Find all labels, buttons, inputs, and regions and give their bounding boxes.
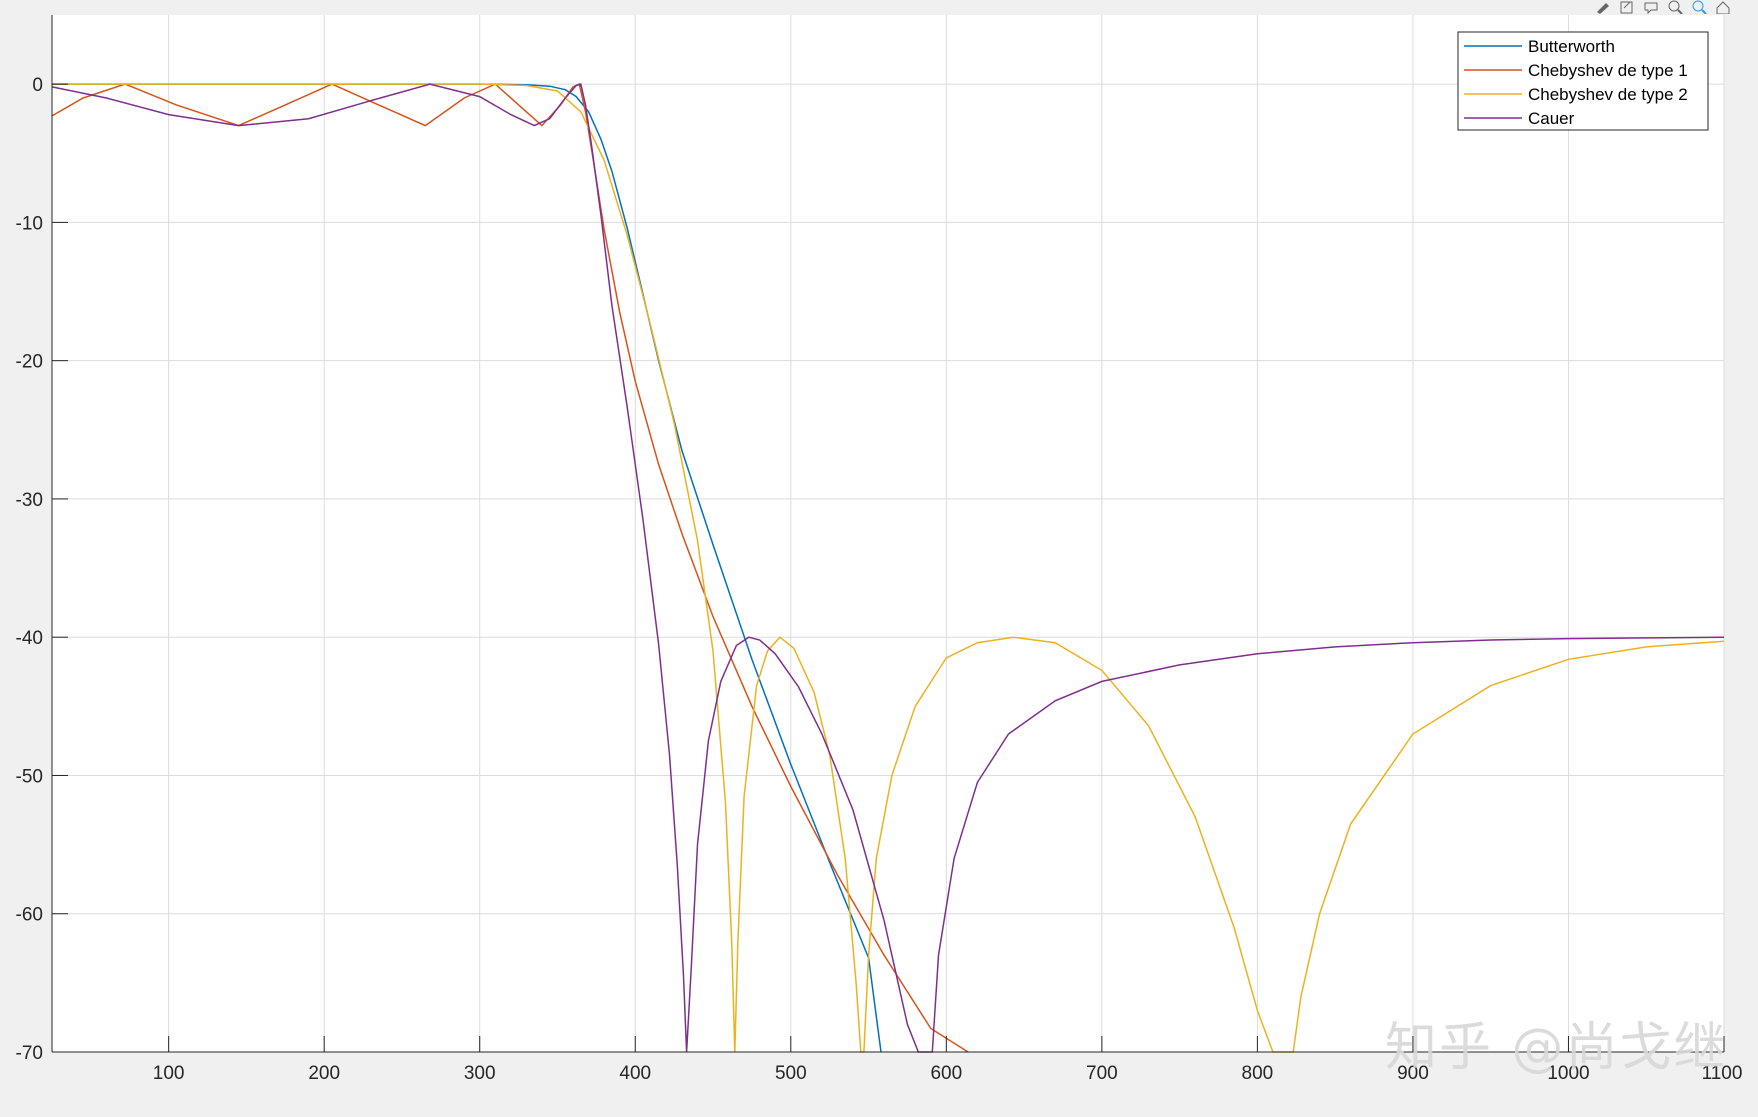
y-tick-label: -10 (16, 213, 43, 234)
x-tick-label: 800 (1242, 1063, 1274, 1084)
x-tick-label: 500 (775, 1063, 807, 1084)
datatips-icon[interactable] (1642, 0, 1660, 14)
x-tick-label: 700 (1086, 1063, 1118, 1084)
legend-label: Cauer (1528, 109, 1575, 128)
export-icon[interactable] (1618, 0, 1636, 14)
y-tick-label: -50 (16, 766, 43, 787)
axes-toolbar[interactable] (1594, 0, 1732, 14)
zoom-in-icon[interactable] (1666, 0, 1684, 14)
y-tick-label: -30 (16, 490, 43, 511)
y-tick-label: -40 (16, 628, 43, 649)
y-tick-label: -70 (16, 1043, 43, 1064)
x-tick-label: 200 (308, 1063, 340, 1084)
y-tick-label: -60 (16, 905, 43, 926)
x-tick-label: 100 (153, 1063, 185, 1084)
y-tick-labels: 0 -10 -20 -30 -40 -50 -60 -70 (16, 75, 43, 1064)
plot-area (52, 15, 1724, 1052)
legend-label: Butterworth (1528, 37, 1615, 56)
zoom-out-icon[interactable] (1690, 0, 1708, 14)
y-tick-label: 0 (32, 75, 43, 96)
home-icon[interactable] (1714, 0, 1732, 14)
brush-icon[interactable] (1594, 0, 1612, 14)
legend-label: Chebyshev de type 1 (1528, 61, 1688, 80)
x-tick-label: 300 (464, 1063, 496, 1084)
legend[interactable]: Butterworth Chebyshev de type 1 Chebyshev … (1457, 31, 1709, 131)
y-tick-label: -20 (16, 352, 43, 373)
figure-canvas: 100 200 300 400 500 600 700 800 900 1000 1100 0-10… (16, 15, 1742, 1084)
watermark-text: 知乎 @尚戈继 (1385, 1018, 1728, 1078)
x-tick-label: 400 (619, 1063, 651, 1084)
legend-label: Chebyshev de type 2 (1528, 85, 1688, 104)
x-tick-label: 600 (930, 1063, 962, 1084)
